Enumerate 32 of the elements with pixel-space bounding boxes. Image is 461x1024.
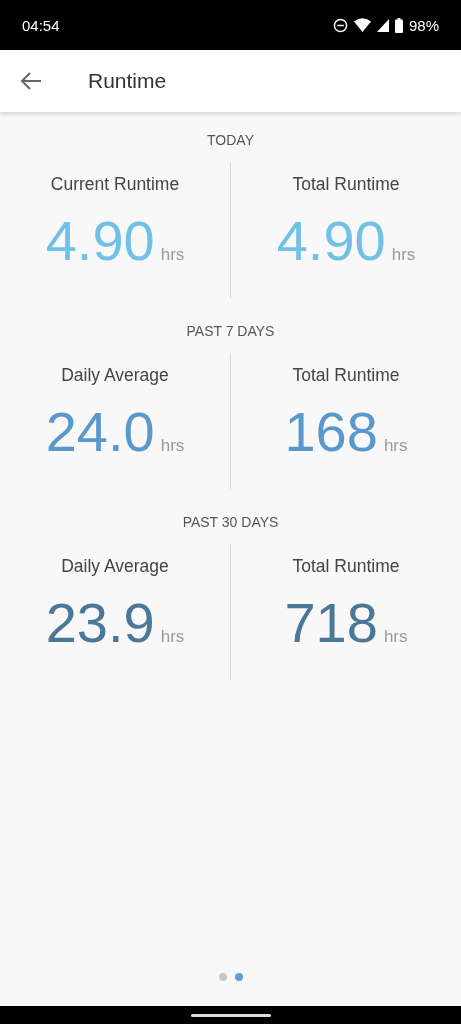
signal-icon bbox=[376, 18, 389, 32]
stat-unit: hrs bbox=[383, 627, 408, 647]
stat-unit: hrs bbox=[160, 436, 185, 456]
stat-value: 4.90 bbox=[45, 213, 155, 269]
page-indicator-dot[interactable] bbox=[218, 973, 227, 981]
battery-icon bbox=[394, 17, 403, 33]
stat-label: Daily Average bbox=[61, 365, 169, 386]
battery-percentage: 98% bbox=[408, 16, 439, 34]
do-not-disturb-icon bbox=[332, 17, 348, 33]
stat-label: Total Runtime bbox=[292, 365, 400, 386]
home-handle[interactable] bbox=[190, 1013, 271, 1017]
stat-value: 4.90 bbox=[276, 213, 386, 269]
section-heading: PAST 30 DAYS bbox=[182, 514, 279, 532]
wifi-icon bbox=[353, 18, 371, 32]
stat-label: Total Runtime bbox=[292, 174, 400, 195]
stat-label: Current Runtime bbox=[50, 174, 180, 195]
stat-label: Daily Average bbox=[61, 556, 169, 577]
stat-unit: hrs bbox=[160, 245, 185, 265]
screen-title: Runtime bbox=[88, 69, 167, 93]
page-indicator-dot[interactable] bbox=[234, 973, 243, 981]
back-arrow-icon[interactable] bbox=[20, 71, 42, 91]
stat-unit: hrs bbox=[391, 245, 416, 265]
stat-label: Total Runtime bbox=[292, 556, 400, 577]
stat-value: 23.9 bbox=[45, 595, 155, 651]
stat-unit: hrs bbox=[160, 627, 185, 647]
section-heading: PAST 7 DAYS bbox=[186, 323, 275, 341]
stat-value: 718 bbox=[284, 595, 378, 651]
section-heading: TODAY bbox=[207, 132, 254, 150]
stat-unit: hrs bbox=[383, 436, 408, 456]
stat-value: 24.0 bbox=[45, 404, 155, 460]
status-time: 04:54 bbox=[22, 16, 60, 34]
stat-value: 168 bbox=[284, 404, 378, 460]
